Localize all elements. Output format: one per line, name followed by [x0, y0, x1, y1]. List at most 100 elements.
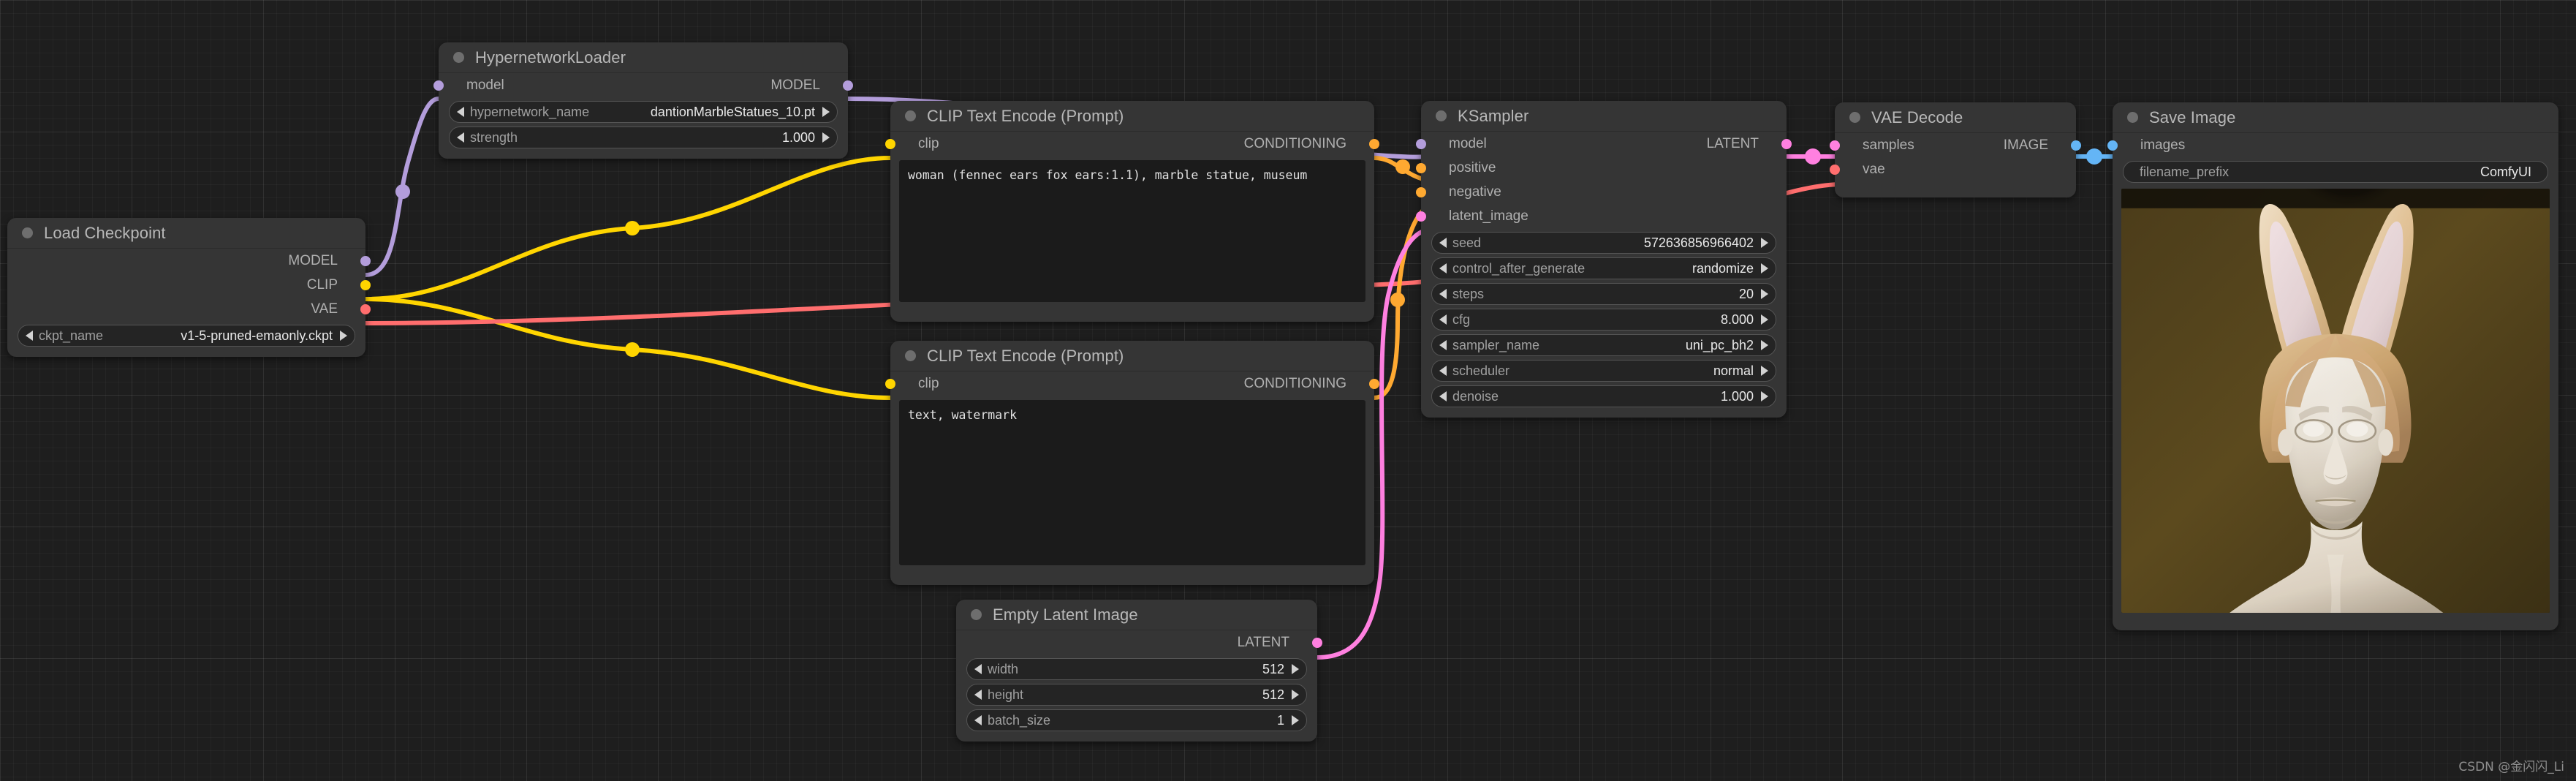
- widget-denoise[interactable]: denoise 1.000: [1431, 385, 1776, 407]
- widget-value[interactable]: 572636856966402: [1644, 235, 1754, 251]
- collapse-dot-icon[interactable]: [971, 609, 982, 620]
- decrement-arrow-icon[interactable]: [974, 664, 982, 674]
- widget-seed[interactable]: seed 572636856966402: [1431, 232, 1776, 254]
- input-port-latent-image[interactable]: latent_image: [1416, 204, 1787, 228]
- increment-arrow-icon[interactable]: [1761, 238, 1768, 248]
- increment-arrow-icon[interactable]: [1761, 289, 1768, 299]
- widget-ckpt-name[interactable]: ckpt_name v1-5-pruned-emaonly.ckpt: [18, 325, 355, 347]
- port-dot-model-in[interactable]: [433, 80, 444, 91]
- input-port-images[interactable]: images: [2107, 133, 2558, 157]
- port-dot-model-out[interactable]: [843, 80, 853, 91]
- widget-height[interactable]: height 512: [966, 684, 1307, 706]
- increment-arrow-icon[interactable]: [1761, 263, 1768, 273]
- widget-hypernetwork-name[interactable]: hypernetwork_name dantionMarbleStatues_1…: [449, 101, 838, 123]
- output-port-latent[interactable]: LATENT: [956, 630, 1322, 654]
- widget-steps[interactable]: steps 20: [1431, 283, 1776, 305]
- output-port-model[interactable]: MODEL: [7, 249, 371, 273]
- port-dot-positive[interactable]: [1416, 162, 1426, 173]
- node-title-bar[interactable]: CLIP Text Encode (Prompt): [890, 101, 1374, 132]
- decrement-arrow-icon[interactable]: [1439, 391, 1447, 401]
- decrement-arrow-icon[interactable]: [1439, 314, 1447, 325]
- widget-value[interactable]: randomize: [1692, 261, 1754, 276]
- widget-value[interactable]: 1: [1277, 713, 1284, 728]
- node-ksampler[interactable]: KSampler model LATENT positive negative …: [1416, 101, 1792, 418]
- collapse-dot-icon[interactable]: [905, 110, 916, 121]
- port-dot-images-in[interactable]: [2107, 140, 2118, 151]
- port-dot-model[interactable]: [360, 255, 371, 266]
- increment-arrow-icon[interactable]: [1292, 690, 1299, 700]
- decrement-arrow-icon[interactable]: [1439, 263, 1447, 273]
- widget-value[interactable]: 512: [1262, 687, 1284, 703]
- output-port-clip[interactable]: CLIP: [7, 273, 371, 297]
- widget-control-after-generate[interactable]: control_after_generate randomize: [1431, 257, 1776, 279]
- increment-arrow-icon[interactable]: [1761, 340, 1768, 350]
- node-title-bar[interactable]: HypernetworkLoader: [439, 42, 848, 73]
- widget-value[interactable]: 1.000: [782, 130, 815, 146]
- widget-value[interactable]: normal: [1713, 363, 1754, 379]
- widget-cfg[interactable]: cfg 8.000: [1431, 309, 1776, 331]
- node-title-bar[interactable]: CLIP Text Encode (Prompt): [890, 341, 1374, 371]
- widget-value[interactable]: 512: [1262, 662, 1284, 677]
- increment-arrow-icon[interactable]: [822, 132, 830, 143]
- image-preview[interactable]: [2121, 189, 2550, 613]
- collapse-dot-icon[interactable]: [905, 350, 916, 361]
- port-dot-conditioning-out[interactable]: [1369, 378, 1379, 389]
- node-graph-canvas[interactable]: Load Checkpoint MODEL CLIP VAE ckpt_name…: [0, 0, 2576, 781]
- port-dot-clip-in[interactable]: [885, 378, 895, 389]
- widget-batch-size[interactable]: batch_size 1: [966, 709, 1307, 731]
- widget-sampler-name[interactable]: sampler_name uni_pc_bh2: [1431, 334, 1776, 356]
- node-hypernetwork-loader[interactable]: HypernetworkLoader model MODEL hypernetw…: [433, 42, 853, 159]
- widget-width[interactable]: width 512: [966, 658, 1307, 680]
- decrement-arrow-icon[interactable]: [457, 107, 464, 117]
- node-clip-text-encode-negative[interactable]: CLIP Text Encode (Prompt) clip CONDITION…: [885, 341, 1379, 585]
- decrement-arrow-icon[interactable]: [1439, 366, 1447, 376]
- widget-scheduler[interactable]: scheduler normal: [1431, 360, 1776, 382]
- node-title-bar[interactable]: VAE Decode: [1835, 102, 2076, 133]
- node-title-bar[interactable]: Empty Latent Image: [956, 600, 1317, 630]
- output-port-vae[interactable]: VAE: [7, 297, 371, 321]
- node-empty-latent-image[interactable]: Empty Latent Image LATENT width 512 heig…: [956, 600, 1322, 742]
- widget-filename-prefix[interactable]: filename_prefix ComfyUI: [2123, 161, 2548, 183]
- decrement-arrow-icon[interactable]: [974, 690, 982, 700]
- increment-arrow-icon[interactable]: [1292, 664, 1299, 674]
- collapse-dot-icon[interactable]: [453, 52, 464, 63]
- port-dot-latent-image[interactable]: [1416, 211, 1426, 222]
- port-dot-vae[interactable]: [360, 303, 371, 314]
- widget-value[interactable]: 8.000: [1721, 312, 1754, 328]
- node-vae-decode[interactable]: VAE Decode samples IMAGE vae: [1830, 102, 2081, 197]
- widget-value[interactable]: ComfyUI: [2480, 165, 2531, 180]
- increment-arrow-icon[interactable]: [1761, 366, 1768, 376]
- increment-arrow-icon[interactable]: [1761, 314, 1768, 325]
- port-dot-latent-out[interactable]: [1781, 138, 1792, 149]
- increment-arrow-icon[interactable]: [340, 331, 347, 341]
- widget-value[interactable]: dantionMarbleStatues_10.pt: [651, 105, 815, 120]
- increment-arrow-icon[interactable]: [822, 107, 830, 117]
- widget-value[interactable]: v1-5-pruned-emaonly.ckpt: [181, 328, 333, 344]
- decrement-arrow-icon[interactable]: [974, 715, 982, 725]
- widget-value[interactable]: 1.000: [1721, 389, 1754, 404]
- collapse-dot-icon[interactable]: [1849, 112, 1860, 123]
- increment-arrow-icon[interactable]: [1761, 391, 1768, 401]
- input-port-vae[interactable]: vae: [1830, 157, 2076, 181]
- widget-value[interactable]: uni_pc_bh2: [1686, 338, 1754, 353]
- decrement-arrow-icon[interactable]: [1439, 289, 1447, 299]
- collapse-dot-icon[interactable]: [2127, 112, 2138, 123]
- widget-value[interactable]: 20: [1739, 287, 1754, 302]
- decrement-arrow-icon[interactable]: [457, 132, 464, 143]
- port-dot-samples-in[interactable]: [1830, 140, 1840, 151]
- port-dot-clip-in[interactable]: [885, 138, 895, 149]
- increment-arrow-icon[interactable]: [1292, 715, 1299, 725]
- port-dot-negative[interactable]: [1416, 186, 1426, 197]
- decrement-arrow-icon[interactable]: [26, 331, 33, 341]
- node-title-bar[interactable]: Load Checkpoint: [7, 218, 365, 249]
- node-save-image[interactable]: Save Image images filename_prefix ComfyU…: [2107, 102, 2558, 630]
- node-title-bar[interactable]: KSampler: [1421, 101, 1787, 132]
- port-dot-model-in[interactable]: [1416, 138, 1426, 149]
- input-port-negative[interactable]: negative: [1416, 180, 1787, 204]
- decrement-arrow-icon[interactable]: [1439, 238, 1447, 248]
- node-title-bar[interactable]: Save Image: [2113, 102, 2558, 133]
- node-clip-text-encode-positive[interactable]: CLIP Text Encode (Prompt) clip CONDITION…: [885, 101, 1379, 322]
- collapse-dot-icon[interactable]: [1436, 110, 1447, 121]
- port-dot-vae-in[interactable]: [1830, 164, 1840, 175]
- prompt-textarea[interactable]: woman (fennec ears fox ears:1.1), marble…: [899, 160, 1365, 302]
